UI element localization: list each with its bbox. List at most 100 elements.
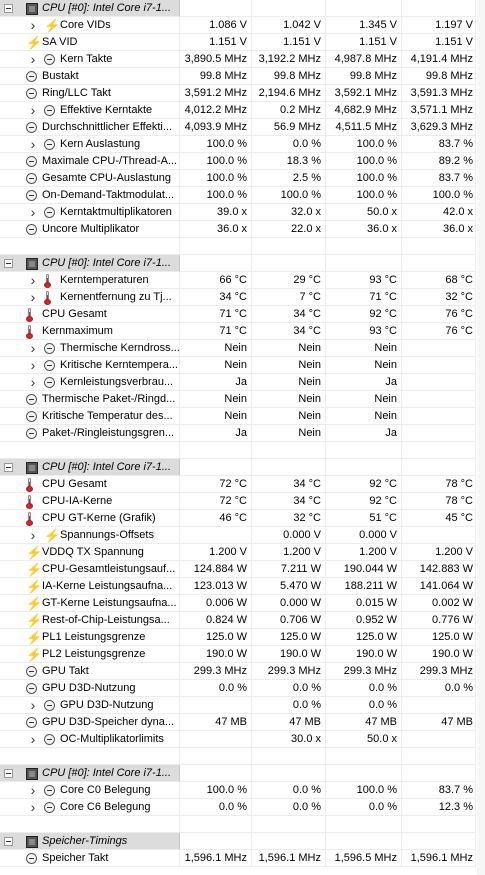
sensor-row[interactable]: Kritische Temperatur des... Nein Nein Nein: [0, 408, 485, 425]
expand-chevron-icon[interactable]: ›: [28, 697, 38, 713]
sensor-row[interactable]: Thermische Paket-/Ringd... Nein Nein Nein: [0, 391, 485, 408]
value-cell-max: 4,682.9 MHz: [326, 102, 402, 119]
value-cell-min: Nein: [252, 374, 326, 391]
sensor-row[interactable]: › Kerntemperaturen 66 °C 29 °C 93 °C 68 °C: [0, 272, 485, 289]
value-cell-min: 0.2 MHz: [252, 102, 326, 119]
sensor-row[interactable]: › Kernleistungsverbrau... Ja Nein Ja: [0, 374, 485, 391]
value-cell-current: Nein: [180, 340, 252, 357]
value-cell-current: 4,012.2 MHz: [180, 102, 252, 119]
expand-chevron-icon[interactable]: ›: [28, 102, 38, 118]
sensor-row[interactable]: GPU Takt 299.3 MHz 299.3 MHz 299.3 MHz 299.3…: [0, 663, 485, 680]
expand-chevron-icon[interactable]: ›: [28, 204, 38, 220]
collapse-icon[interactable]: [4, 259, 13, 268]
group-header[interactable]: CPU [#0]: Intel Core i7-1...: [0, 459, 485, 476]
value-text: 0.0 %: [292, 784, 321, 796]
sensor-name-cell: ⚡ VDDQ TX Spannung: [0, 544, 180, 561]
sensor-row[interactable]: On-Demand-Taktmodulat... 100.0 % 100.0 % 10…: [0, 187, 485, 204]
group-header[interactable]: CPU [#0]: Intel Core i7-1...: [0, 765, 485, 782]
sensor-row[interactable]: › ⚡ Spannungs-Offsets 0.000 V 0.000 V: [0, 527, 485, 544]
collapse-icon[interactable]: [4, 769, 13, 778]
expand-chevron-icon[interactable]: ›: [28, 374, 38, 390]
expand-chevron-icon[interactable]: ›: [28, 136, 38, 152]
expand-chevron-icon[interactable]: ›: [28, 799, 38, 815]
sensor-row[interactable]: › GPU D3D-Nutzung 0.0 % 0.0 %: [0, 697, 485, 714]
sensor-row[interactable]: › Kern Auslastung 100.0 % 0.0 % 100.0 % 83.7 …: [0, 136, 485, 153]
value-cell-avg: [402, 697, 476, 714]
expand-chevron-icon[interactable]: ›: [28, 289, 38, 305]
sensor-row[interactable]: › Core C0 Belegung 100.0 % 0.0 % 100.0 % 83.7…: [0, 782, 485, 799]
value-cell-avg: 32 °C: [402, 289, 476, 306]
expand-chevron-icon[interactable]: ›: [28, 51, 38, 67]
value-text: 188.211 W: [344, 580, 397, 592]
value-text: 45 °C: [445, 512, 473, 524]
sensor-row[interactable]: ⚡ CPU-Gesamtleistungsauf... 124.884 W 7.211…: [0, 561, 485, 578]
sensor-label: OC-Multiplikatorlimits: [60, 733, 164, 745]
sensor-row[interactable]: Paket-/Ringleistungsgren... Ja Nein Ja: [0, 425, 485, 442]
sensor-row[interactable]: ⚡ Rest-of-Chip-Leistungsa... 0.824 W 0.706 …: [0, 612, 485, 629]
expand-chevron-icon[interactable]: ›: [28, 340, 38, 356]
sensor-row[interactable]: ⚡ PL2 Leistungsgrenze 190.0 W 190.0 W 190.0 …: [0, 646, 485, 663]
sensor-row[interactable]: Ring/LLC Takt 3,591.2 MHz 2,194.6 MHz 3,592…: [0, 85, 485, 102]
sensor-label: Maximale CPU-/Thread-A...: [42, 155, 178, 167]
sensor-row[interactable]: Bustakt 99.8 MHz 99.8 MHz 99.8 MHz 99.8 MHz: [0, 68, 485, 85]
expand-chevron-icon[interactable]: ›: [28, 272, 38, 288]
sensor-row[interactable]: ⚡ PL1 Leistungsgrenze 125.0 W 125.0 W 125.0 …: [0, 629, 485, 646]
value-text: 83.7 %: [438, 784, 473, 796]
sensor-row[interactable]: ⚡ GT-Kerne Leistungsaufna... 0.006 W 0.000 …: [0, 595, 485, 612]
value-text: 47 MB: [215, 716, 247, 728]
sensor-row[interactable]: › Kern Takte 3,890.5 MHz 3,192.2 MHz 4,987.8…: [0, 51, 485, 68]
clock-icon: [26, 394, 37, 405]
expand-chevron-icon[interactable]: ›: [28, 731, 38, 747]
scrollbar[interactable]: [477, 0, 485, 875]
sensor-name-cell: [0, 816, 180, 833]
value-cell-min: [252, 833, 326, 850]
collapse-icon[interactable]: [4, 4, 13, 13]
sensor-row[interactable]: › OC-Multiplikatorlimits 30.0 x 50.0 x: [0, 731, 485, 748]
sensor-row[interactable]: CPU Gesamt 71 °C 34 °C 92 °C 76 °C: [0, 306, 485, 323]
sensor-row[interactable]: › Kernentfernung zu Tj... 34 °C 7 °C 71 °C 32…: [0, 289, 485, 306]
group-header[interactable]: CPU [#0]: Intel Core i7-1...: [0, 255, 485, 272]
expand-chevron-icon[interactable]: ›: [28, 357, 38, 373]
value-text: 47 MB: [365, 716, 397, 728]
sensor-row[interactable]: › Core C6 Belegung 0.0 % 0.0 % 0.0 % 12.3 %: [0, 799, 485, 816]
sensor-row[interactable]: › Effektive Kerntakte 4,012.2 MHz 0.2 MHz 4,…: [0, 102, 485, 119]
collapse-icon[interactable]: [4, 837, 13, 846]
clock-icon: [44, 360, 55, 371]
sensor-row[interactable]: GPU D3D-Nutzung 0.0 % 0.0 % 0.0 % 0.0 %: [0, 680, 485, 697]
sensor-row[interactable]: Kernmaximum 71 °C 34 °C 93 °C 76 °C: [0, 323, 485, 340]
sensor-row[interactable]: Uncore Multiplikator 36.0 x 22.0 x 36.0 x 36…: [0, 221, 485, 238]
value-cell-max: 0.952 W: [326, 612, 402, 629]
sensor-row[interactable]: CPU GT-Kerne (Grafik) 46 °C 32 °C 51 °C 45 °…: [0, 510, 485, 527]
sensor-row[interactable]: › ⚡ Core VIDs 1.086 V 1.042 V 1.345 V 1.197 V: [0, 17, 485, 34]
expand-chevron-icon[interactable]: ›: [28, 17, 38, 33]
sensor-name-cell: ⚡ PL2 Leistungsgrenze: [0, 646, 180, 663]
value-text: 92 °C: [369, 495, 397, 507]
collapse-icon[interactable]: [4, 463, 13, 472]
sensor-row[interactable]: CPU-IA-Kerne 72 °C 34 °C 92 °C 78 °C: [0, 493, 485, 510]
sensor-row[interactable]: › Kerntaktmultiplikatoren 39.0 x 32.0 x 50.0…: [0, 204, 485, 221]
group-header[interactable]: CPU [#0]: Intel Core i7-1...: [0, 0, 485, 17]
sensor-row[interactable]: › Thermische Kerndross... Nein Nein Nein: [0, 340, 485, 357]
sensor-row[interactable]: ⚡ IA-Kerne Leistungsaufna... 123.013 W 5.47…: [0, 578, 485, 595]
value-text: 0.706 W: [280, 614, 321, 626]
sensor-row[interactable]: Durchschnittlicher Effekti... 4,093.9 MHz…: [0, 119, 485, 136]
sensor-name-cell: › Kern Auslastung: [0, 136, 180, 153]
value-text: Nein: [298, 427, 321, 439]
value-text: Ja: [235, 376, 247, 388]
group-header[interactable]: Speicher-Timings: [0, 833, 485, 850]
sensor-name-cell: CPU [#0]: Intel Core i7-1...: [0, 765, 180, 782]
sensor-row[interactable]: Gesamte CPU-Auslastung 100.0 % 2.5 % 100.0 …: [0, 170, 485, 187]
value-text: 7 °C: [299, 291, 321, 303]
sensor-row[interactable]: GPU D3D-Speicher dyna... 47 MB 47 MB 47 MB 4…: [0, 714, 485, 731]
expand-chevron-icon[interactable]: ›: [28, 527, 38, 543]
sensor-row[interactable]: ⚡ SA VID 1.151 V 1.151 V 1.151 V 1.151 V: [0, 34, 485, 51]
value-cell-avg: [402, 816, 476, 833]
sensor-row[interactable]: CPU Gesamt 72 °C 34 °C 92 °C 78 °C: [0, 476, 485, 493]
sensor-row[interactable]: ⚡ VDDQ TX Spannung 1.200 V 1.200 V 1.200 V 1.…: [0, 544, 485, 561]
sensor-row[interactable]: › Kritische Kerntempera... Nein Nein Nein: [0, 357, 485, 374]
sensor-row[interactable]: Speicher Takt 1,596.1 MHz 1,596.1 MHz 1,596…: [0, 850, 485, 867]
expand-chevron-icon[interactable]: ›: [28, 782, 38, 798]
value-cell-avg: 1.200 V: [402, 544, 476, 561]
value-text: 100.0 %: [280, 189, 321, 201]
sensor-row[interactable]: Maximale CPU-/Thread-A... 100.0 % 18.3 % 10…: [0, 153, 485, 170]
